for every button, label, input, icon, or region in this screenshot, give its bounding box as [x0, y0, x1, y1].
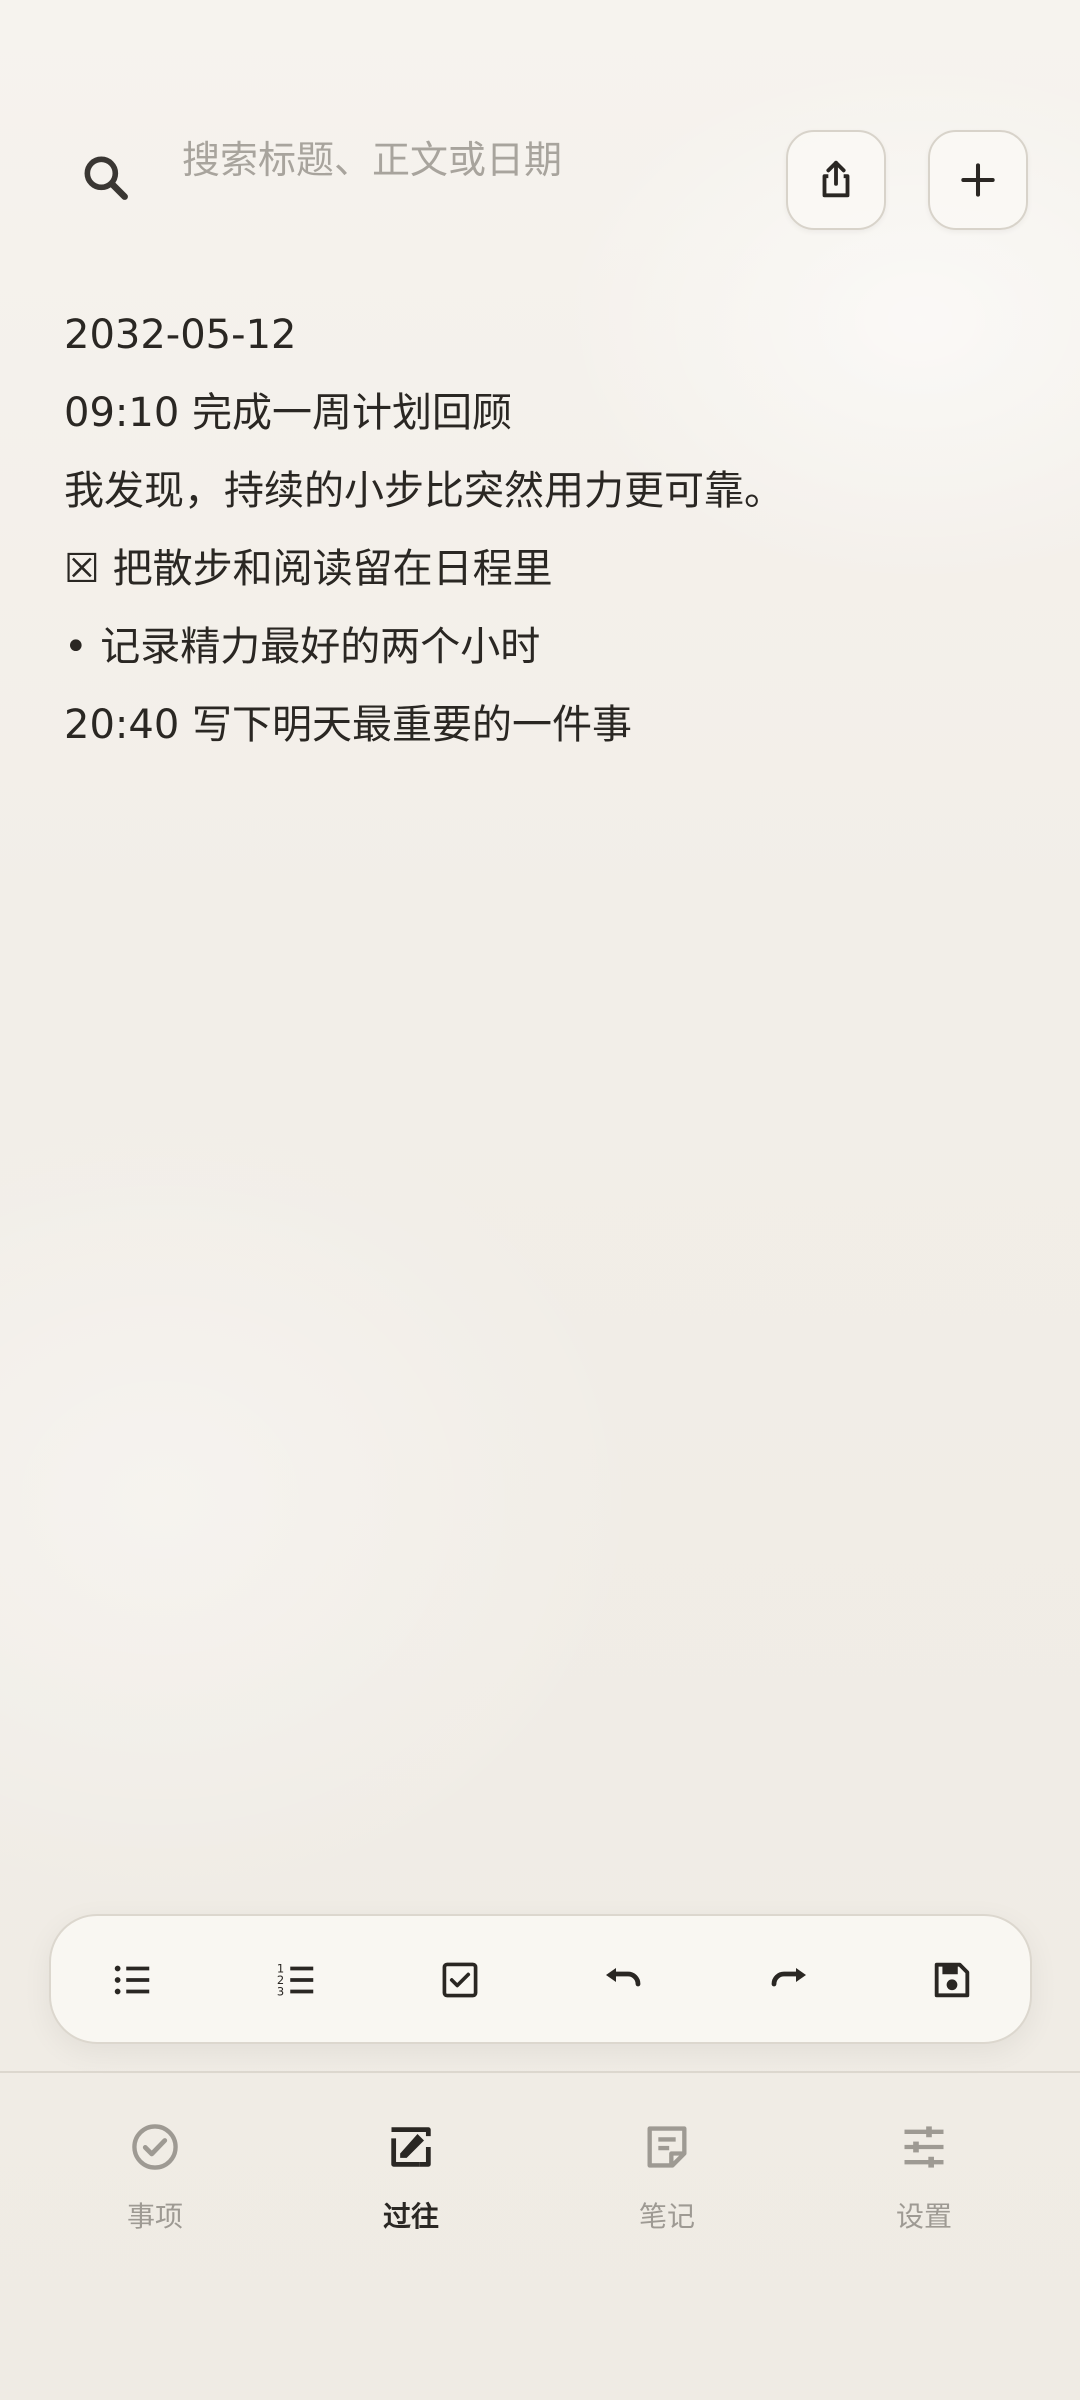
note-icon	[647, 2126, 687, 2168]
share-icon	[822, 160, 850, 198]
save-button[interactable]	[917, 1945, 987, 2015]
note-line[interactable]: 09:10 完成一周计划回顾	[64, 374, 1024, 452]
nav-label-tasks: 事项	[126, 2200, 183, 2233]
numbered-list-button[interactable]: 1 2 3	[261, 1945, 331, 2015]
redo-icon	[771, 1968, 806, 1987]
note-body[interactable]: 2032-05-12 09:10 完成一周计划回顾 我发现，持续的小步比突然用力…	[64, 296, 1024, 764]
note-line[interactable]: 20:40 写下明天最重要的一件事	[64, 686, 1024, 764]
numbered-list-icon: 1 2 3	[277, 1961, 314, 1998]
svg-text:3: 3	[277, 1984, 284, 1998]
note-bullet-line[interactable]: • 记录精力最好的两个小时	[64, 608, 1024, 686]
nav-item-settings[interactable]: 设置	[843, 2071, 1003, 2251]
add-button[interactable]	[928, 130, 1028, 230]
bullet-list-icon	[114, 1965, 150, 1995]
search-bar	[0, 0, 1080, 260]
format-toolbar: 1 2 3	[49, 1914, 1032, 2044]
check-circle-icon	[132, 2124, 178, 2170]
nav-item-tasks[interactable]: 事项	[74, 2071, 234, 2251]
nav-item-notes[interactable]: 笔记	[586, 2071, 746, 2251]
share-button[interactable]	[786, 130, 886, 230]
note-line[interactable]: 我发现，持续的小步比突然用力更可靠。	[64, 452, 1024, 530]
undo-button[interactable]	[589, 1945, 659, 2015]
nav-label-notes: 笔记	[638, 2200, 695, 2233]
redo-button[interactable]	[753, 1945, 823, 2015]
nav-label-history: 过往	[382, 2200, 439, 2233]
search-input[interactable]	[182, 125, 742, 195]
plus-icon	[961, 163, 995, 197]
search-icon[interactable]	[78, 150, 134, 206]
checkbox-button[interactable]	[425, 1945, 495, 2015]
nav-label-settings: 设置	[895, 2200, 952, 2233]
note-checkbox-line[interactable]: ☒ 把散步和阅读留在日程里	[64, 530, 1024, 608]
nav-item-history[interactable]: 过往	[330, 2071, 490, 2251]
history-edit-icon	[391, 2127, 431, 2167]
checkbox-icon	[442, 1962, 478, 1998]
undo-icon	[606, 1968, 641, 1987]
sliders-icon	[904, 2126, 944, 2168]
bullet-list-button[interactable]	[97, 1945, 167, 2015]
save-icon	[934, 1962, 970, 1998]
note-date[interactable]: 2032-05-12	[64, 296, 1024, 374]
